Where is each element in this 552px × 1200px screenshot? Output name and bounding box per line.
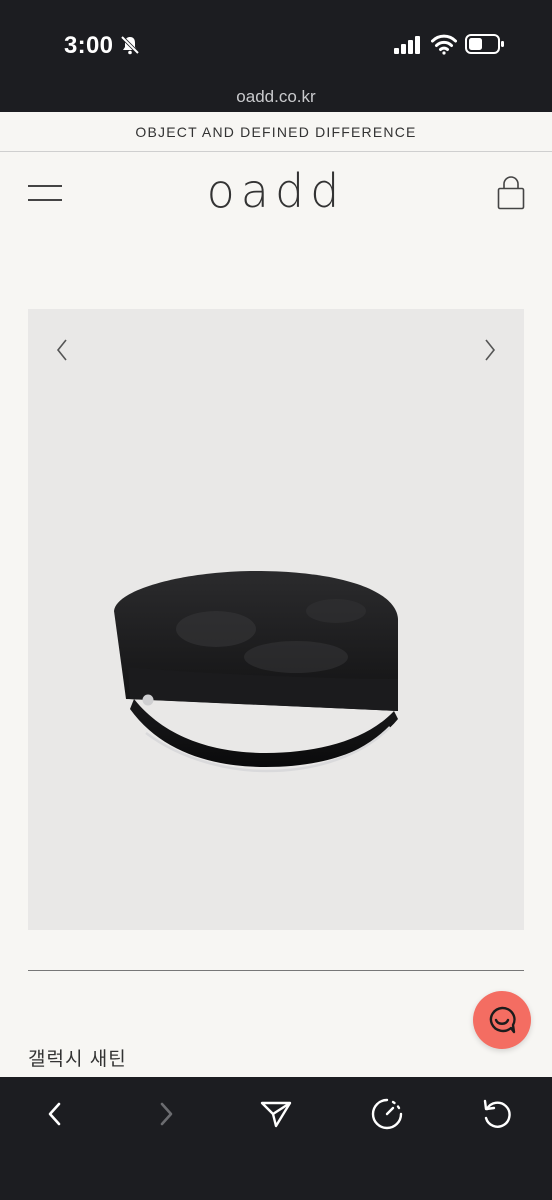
- forward-arrow-icon[interactable]: [146, 1094, 186, 1134]
- url-bar[interactable]: oadd.co.kr: [0, 82, 552, 114]
- section-divider: [28, 970, 524, 971]
- product-image-carousel[interactable]: [28, 309, 524, 930]
- bell-slash-icon: [120, 35, 140, 55]
- chat-button[interactable]: [473, 991, 531, 1049]
- signal-icon: [394, 36, 420, 54]
- battery-icon: [465, 34, 504, 54]
- status-bar: 3:00: [0, 0, 552, 90]
- status-time: 3:00: [64, 32, 114, 59]
- speed-dial-icon[interactable]: [367, 1094, 407, 1134]
- reload-icon[interactable]: [477, 1094, 517, 1134]
- back-arrow-icon[interactable]: [35, 1094, 75, 1134]
- shopping-bag-icon[interactable]: [497, 176, 525, 210]
- browser-toolbar: [0, 1077, 552, 1200]
- web-page: OBJECT AND DEFINED DIFFERENCE oadd 갤럭시 새…: [0, 112, 552, 1077]
- chat-bubble-icon: [489, 1006, 516, 1034]
- site-logo[interactable]: oadd: [0, 164, 552, 218]
- product-name: 갤럭시 새틴: [28, 1049, 127, 1070]
- tagline-banner: OBJECT AND DEFINED DIFFERENCE: [0, 112, 552, 152]
- chevron-right-icon[interactable]: [478, 335, 502, 365]
- chevron-left-icon[interactable]: [50, 335, 74, 365]
- product-image-hat: [114, 571, 398, 773]
- wifi-icon: [431, 34, 457, 55]
- share-send-icon[interactable]: [256, 1094, 296, 1134]
